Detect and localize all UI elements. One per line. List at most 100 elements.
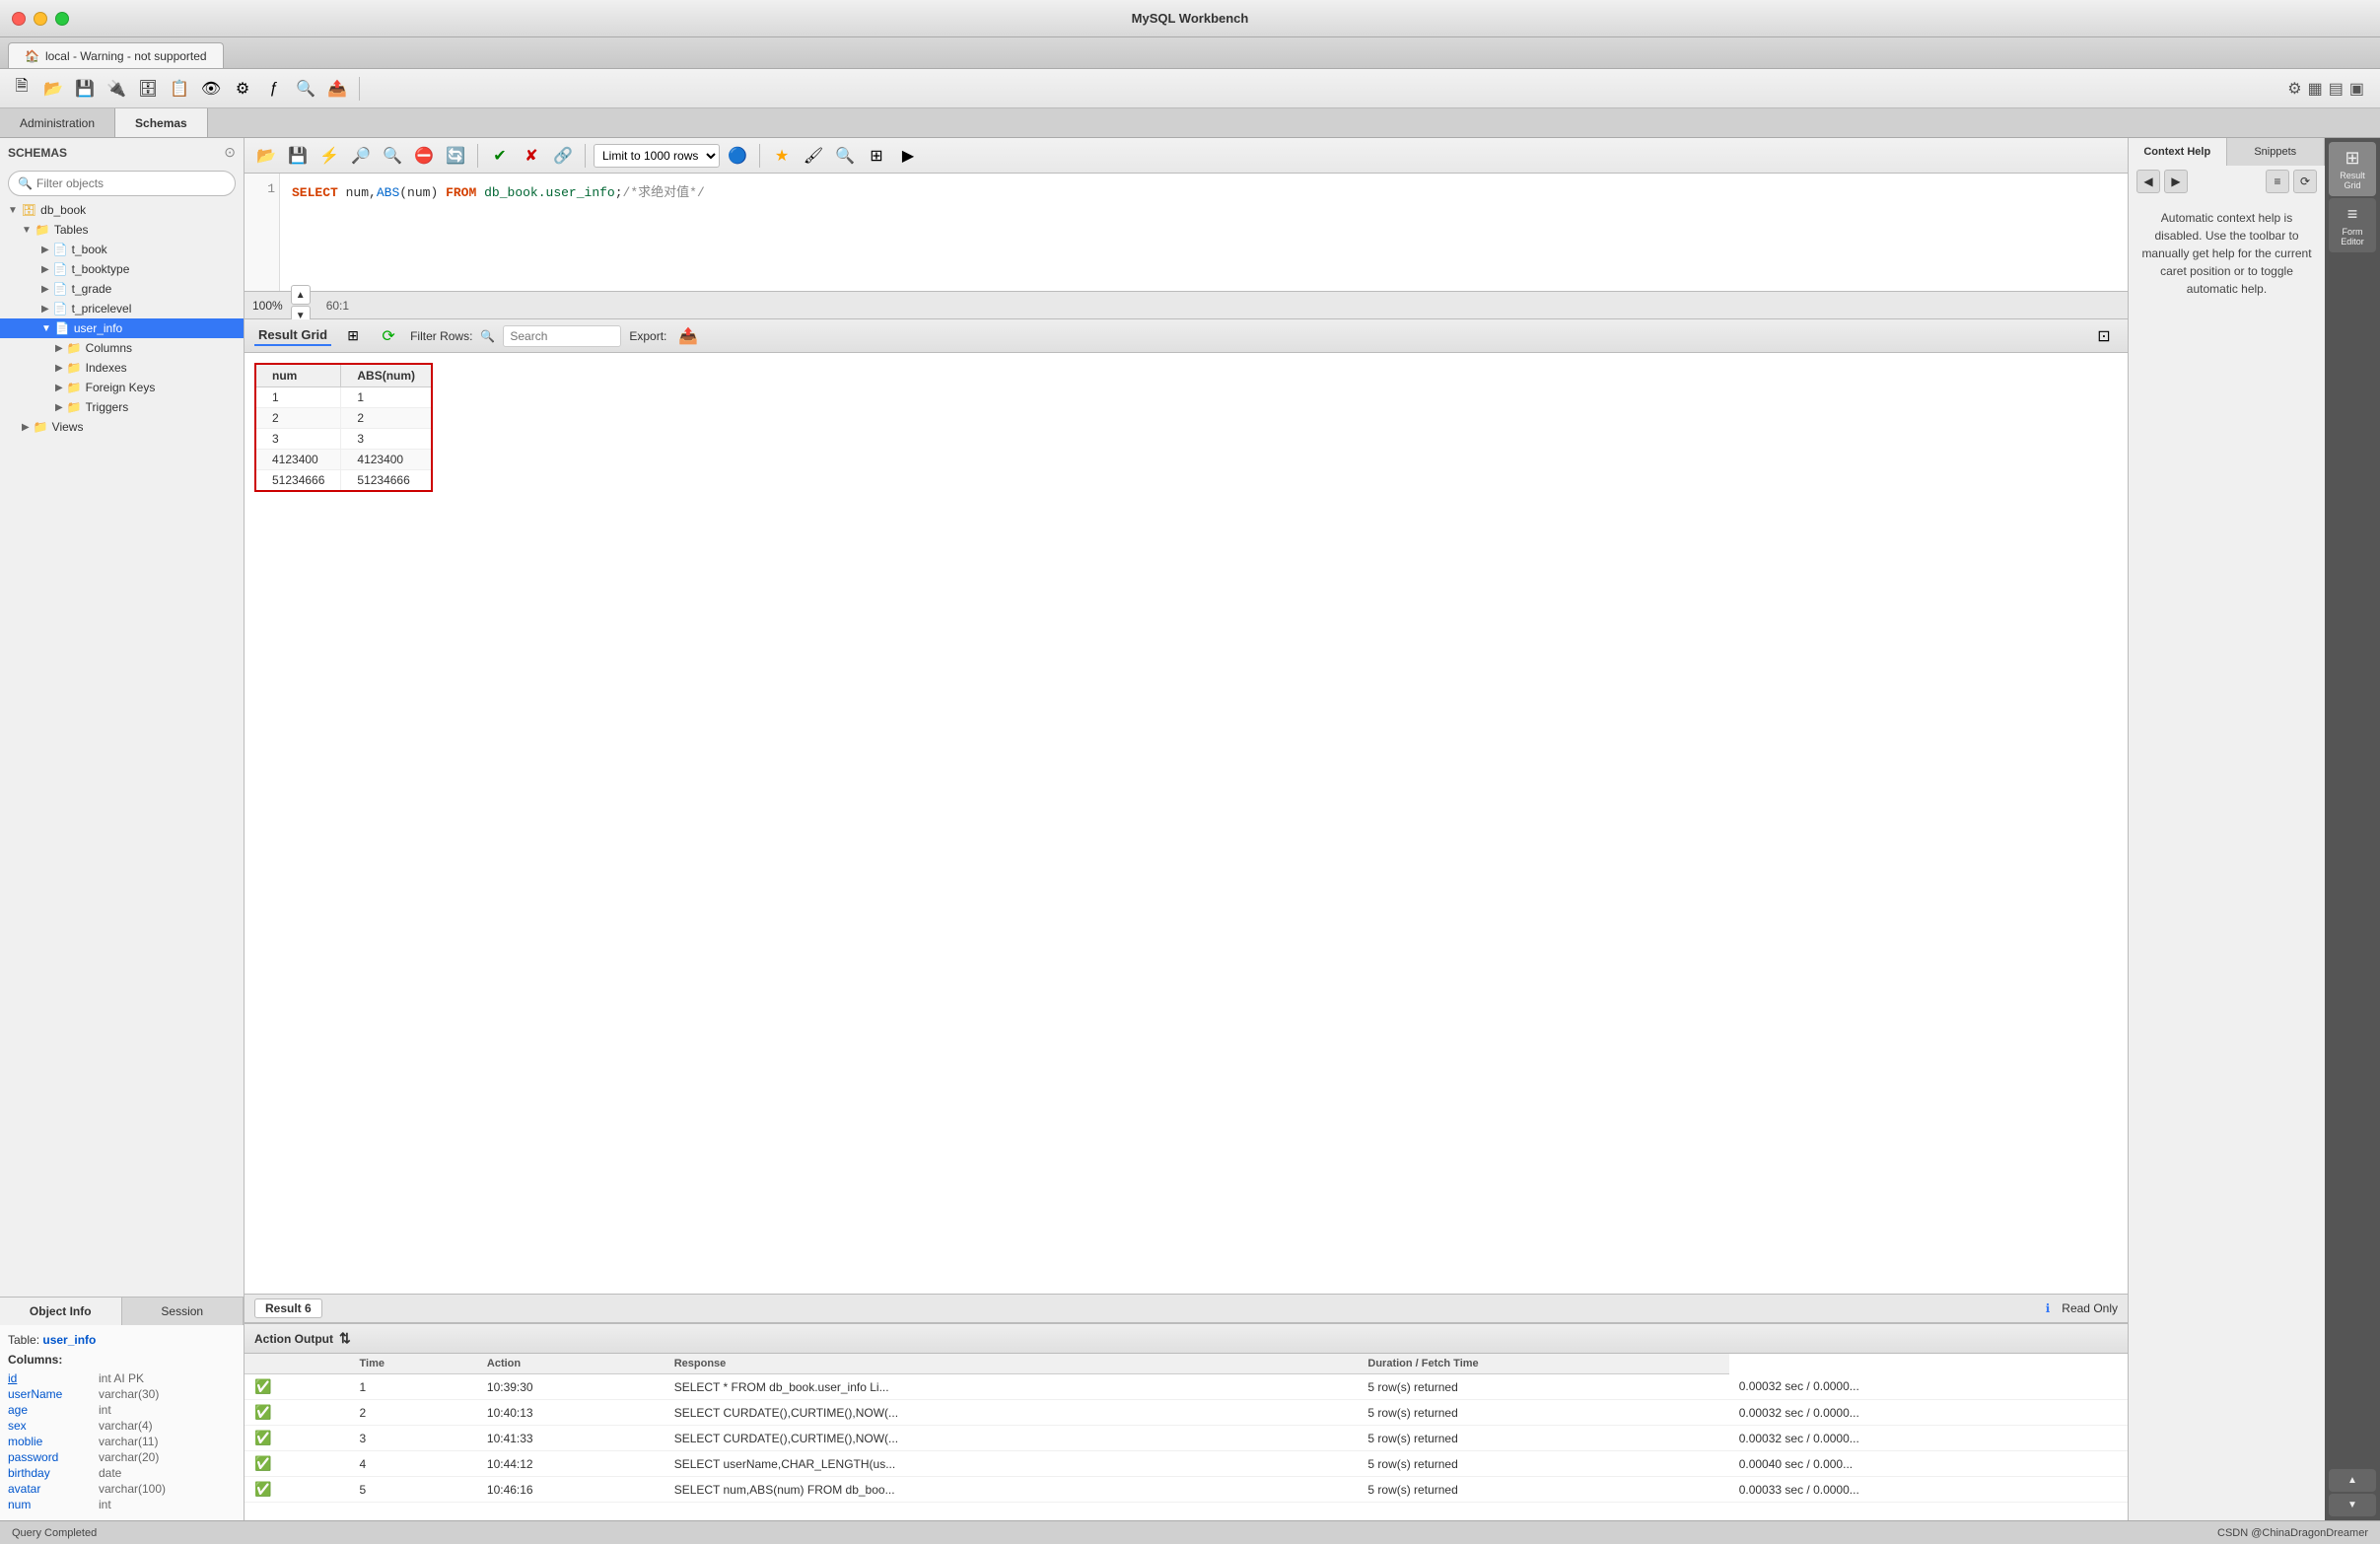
- stop-icon[interactable]: ⛔: [410, 142, 438, 170]
- sql-content[interactable]: SELECT num,ABS(num) FROM db_book.user_in…: [280, 174, 2128, 291]
- search2-icon[interactable]: 🔍: [292, 75, 319, 103]
- table-row: 5123466651234666: [255, 470, 432, 492]
- connect-icon[interactable]: 🔌: [103, 75, 130, 103]
- tree-item-views[interactable]: ▶ 📁 Views: [0, 417, 244, 437]
- action-table-cell: 10:40:13: [477, 1400, 665, 1426]
- ctx-action1-button[interactable]: ≡: [2266, 170, 2289, 193]
- toggle-icon[interactable]: 🔄: [442, 142, 469, 170]
- layout3-icon[interactable]: ▣: [2349, 79, 2364, 99]
- limit-toggle-icon[interactable]: 🔵: [724, 142, 751, 170]
- view-icon[interactable]: 👁: [197, 75, 225, 103]
- tab-snippets[interactable]: Snippets: [2227, 138, 2326, 166]
- scroll-down-button[interactable]: ▼: [2329, 1494, 2376, 1516]
- action-status-cell: ✅: [245, 1374, 350, 1400]
- form-editor-strip-button[interactable]: ≡ Form Editor: [2329, 198, 2376, 252]
- layout2-icon[interactable]: ▤: [2329, 79, 2344, 99]
- column-row: passwordvarchar(20): [8, 1449, 236, 1465]
- settings-icon[interactable]: ⚙: [2287, 79, 2301, 99]
- tab-administration[interactable]: Administration: [0, 108, 115, 137]
- tree-item-foreign-keys[interactable]: ▶ 📁 Foreign Keys: [0, 378, 244, 397]
- open-file-icon[interactable]: 📂: [252, 142, 280, 170]
- action-table-cell: 1: [350, 1374, 477, 1400]
- tree-item-columns[interactable]: ▶ 📁 Columns: [0, 338, 244, 358]
- tab-session[interactable]: Session: [122, 1298, 245, 1325]
- table-row: 41234004123400: [255, 450, 432, 470]
- ctx-forward-button[interactable]: ▶: [2164, 170, 2188, 193]
- window-controls: [12, 12, 69, 26]
- column-type: varchar(11): [99, 1435, 158, 1448]
- save-icon[interactable]: 💾: [71, 75, 99, 103]
- autocommit-icon[interactable]: 🔗: [549, 142, 577, 170]
- info-icon: ℹ: [2046, 1301, 2051, 1315]
- right-icon-strip: ⊞ Result Grid ≡ Form Editor ▲ ▼: [2325, 138, 2380, 1520]
- action-table-cell: SELECT num,ABS(num) FROM db_boo...: [665, 1477, 1359, 1503]
- sidebar-collapse-icon[interactable]: ⊙: [224, 144, 236, 161]
- tree-item-indexes[interactable]: ▶ 📁 Indexes: [0, 358, 244, 378]
- scroll-up-button[interactable]: ▲: [2329, 1469, 2376, 1492]
- tree-item-t_grade[interactable]: ▶ 📄 t_grade: [0, 279, 244, 299]
- tree-item-triggers[interactable]: ▶ 📁 Triggers: [0, 397, 244, 417]
- grid-view-icon[interactable]: ⊞: [339, 322, 367, 350]
- beautify-icon[interactable]: 🖌: [800, 142, 827, 170]
- bookmark-icon[interactable]: ★: [768, 142, 796, 170]
- tab-schemas[interactable]: Schemas: [115, 108, 208, 137]
- result-toolbar: Result Grid ⊞ ⟳ Filter Rows: 🔍 Export: 📤…: [245, 319, 2128, 353]
- tree-item-t_pricelevel[interactable]: ▶ 📄 t_pricelevel: [0, 299, 244, 318]
- rollback-icon[interactable]: ✘: [518, 142, 545, 170]
- filter-input[interactable]: [8, 171, 236, 196]
- tree-item-t_book[interactable]: ▶ 📄 t_book: [0, 240, 244, 259]
- columns-label: Columns:: [8, 1353, 236, 1367]
- table-row: 22: [255, 408, 432, 429]
- layout1-icon[interactable]: ▦: [2308, 79, 2323, 99]
- result-grid-tab[interactable]: Result Grid: [254, 325, 331, 346]
- action-table-cell: 10:46:16: [477, 1477, 665, 1503]
- triggers-icon: 📁: [67, 400, 82, 414]
- refresh-icon[interactable]: ⟳: [375, 322, 402, 350]
- format-icon[interactable]: ⊞: [863, 142, 890, 170]
- context-nav: ◀ ▶ ≡ ⟳: [2129, 166, 2325, 197]
- commit-icon[interactable]: ✔: [486, 142, 514, 170]
- save-file-icon[interactable]: 💾: [284, 142, 312, 170]
- table-cell: 2: [341, 408, 432, 429]
- close-button[interactable]: [12, 12, 26, 26]
- main-tab[interactable]: 🏠 local - Warning - not supported: [8, 42, 224, 68]
- center-panel: 📂 💾 ⚡ 🔎 🔍 ⛔ 🔄 ✔ ✘ 🔗 Limit to 1000 rows 🔵…: [245, 138, 2128, 1520]
- limit-rows-select[interactable]: Limit to 1000 rows: [594, 144, 720, 168]
- table-icon[interactable]: 📋: [166, 75, 193, 103]
- schema-icon[interactable]: 🗄: [134, 75, 162, 103]
- filter-search-input[interactable]: [503, 325, 621, 347]
- func-icon[interactable]: ƒ: [260, 75, 288, 103]
- tree-item-db_book[interactable]: ▼ 🗄 db_book: [0, 200, 244, 220]
- run-selection-icon[interactable]: 🔎: [347, 142, 375, 170]
- maximize-button[interactable]: [55, 12, 69, 26]
- minimize-button[interactable]: [34, 12, 47, 26]
- proc-icon[interactable]: ⚙: [229, 75, 256, 103]
- search-icon[interactable]: 🔍: [831, 142, 859, 170]
- zoom-up-button[interactable]: ▲: [291, 285, 311, 305]
- context-help-content: Automatic context help is disabled. Use …: [2129, 197, 2325, 310]
- tree-item-tables[interactable]: ▼ 📁 Tables: [0, 220, 244, 240]
- open-icon[interactable]: 📂: [39, 75, 67, 103]
- column-row: avatarvarchar(100): [8, 1481, 236, 1497]
- arrow-t_book: ▶: [41, 245, 49, 255]
- more-icon[interactable]: ▶: [894, 142, 922, 170]
- action-output-sort-icon[interactable]: ⇅: [339, 1330, 351, 1347]
- new-query-icon[interactable]: 🗎: [8, 75, 35, 103]
- tab-context-help[interactable]: Context Help: [2129, 138, 2227, 166]
- tab-object-info[interactable]: Object Info: [0, 1298, 122, 1325]
- divider2: [585, 144, 586, 168]
- expand-icon[interactable]: ⊡: [2090, 322, 2118, 350]
- explain-icon[interactable]: 🔍: [379, 142, 406, 170]
- action-col-header: Duration / Fetch Time: [1358, 1354, 1728, 1374]
- export-button[interactable]: 📤: [674, 322, 702, 350]
- result-tab[interactable]: Result 6: [254, 1298, 322, 1318]
- result-grid-strip-button[interactable]: ⊞ Result Grid: [2329, 142, 2376, 196]
- run-icon[interactable]: ⚡: [315, 142, 343, 170]
- result-grid-strip-label: Result Grid: [2340, 171, 2365, 190]
- import-icon[interactable]: 📤: [323, 75, 351, 103]
- column-name: id: [8, 1371, 87, 1385]
- ctx-back-button[interactable]: ◀: [2136, 170, 2160, 193]
- tree-item-t_booktype[interactable]: ▶ 📄 t_booktype: [0, 259, 244, 279]
- ctx-action2-button[interactable]: ⟳: [2293, 170, 2317, 193]
- tree-item-user_info[interactable]: ▼ 📄 user_info: [0, 318, 244, 338]
